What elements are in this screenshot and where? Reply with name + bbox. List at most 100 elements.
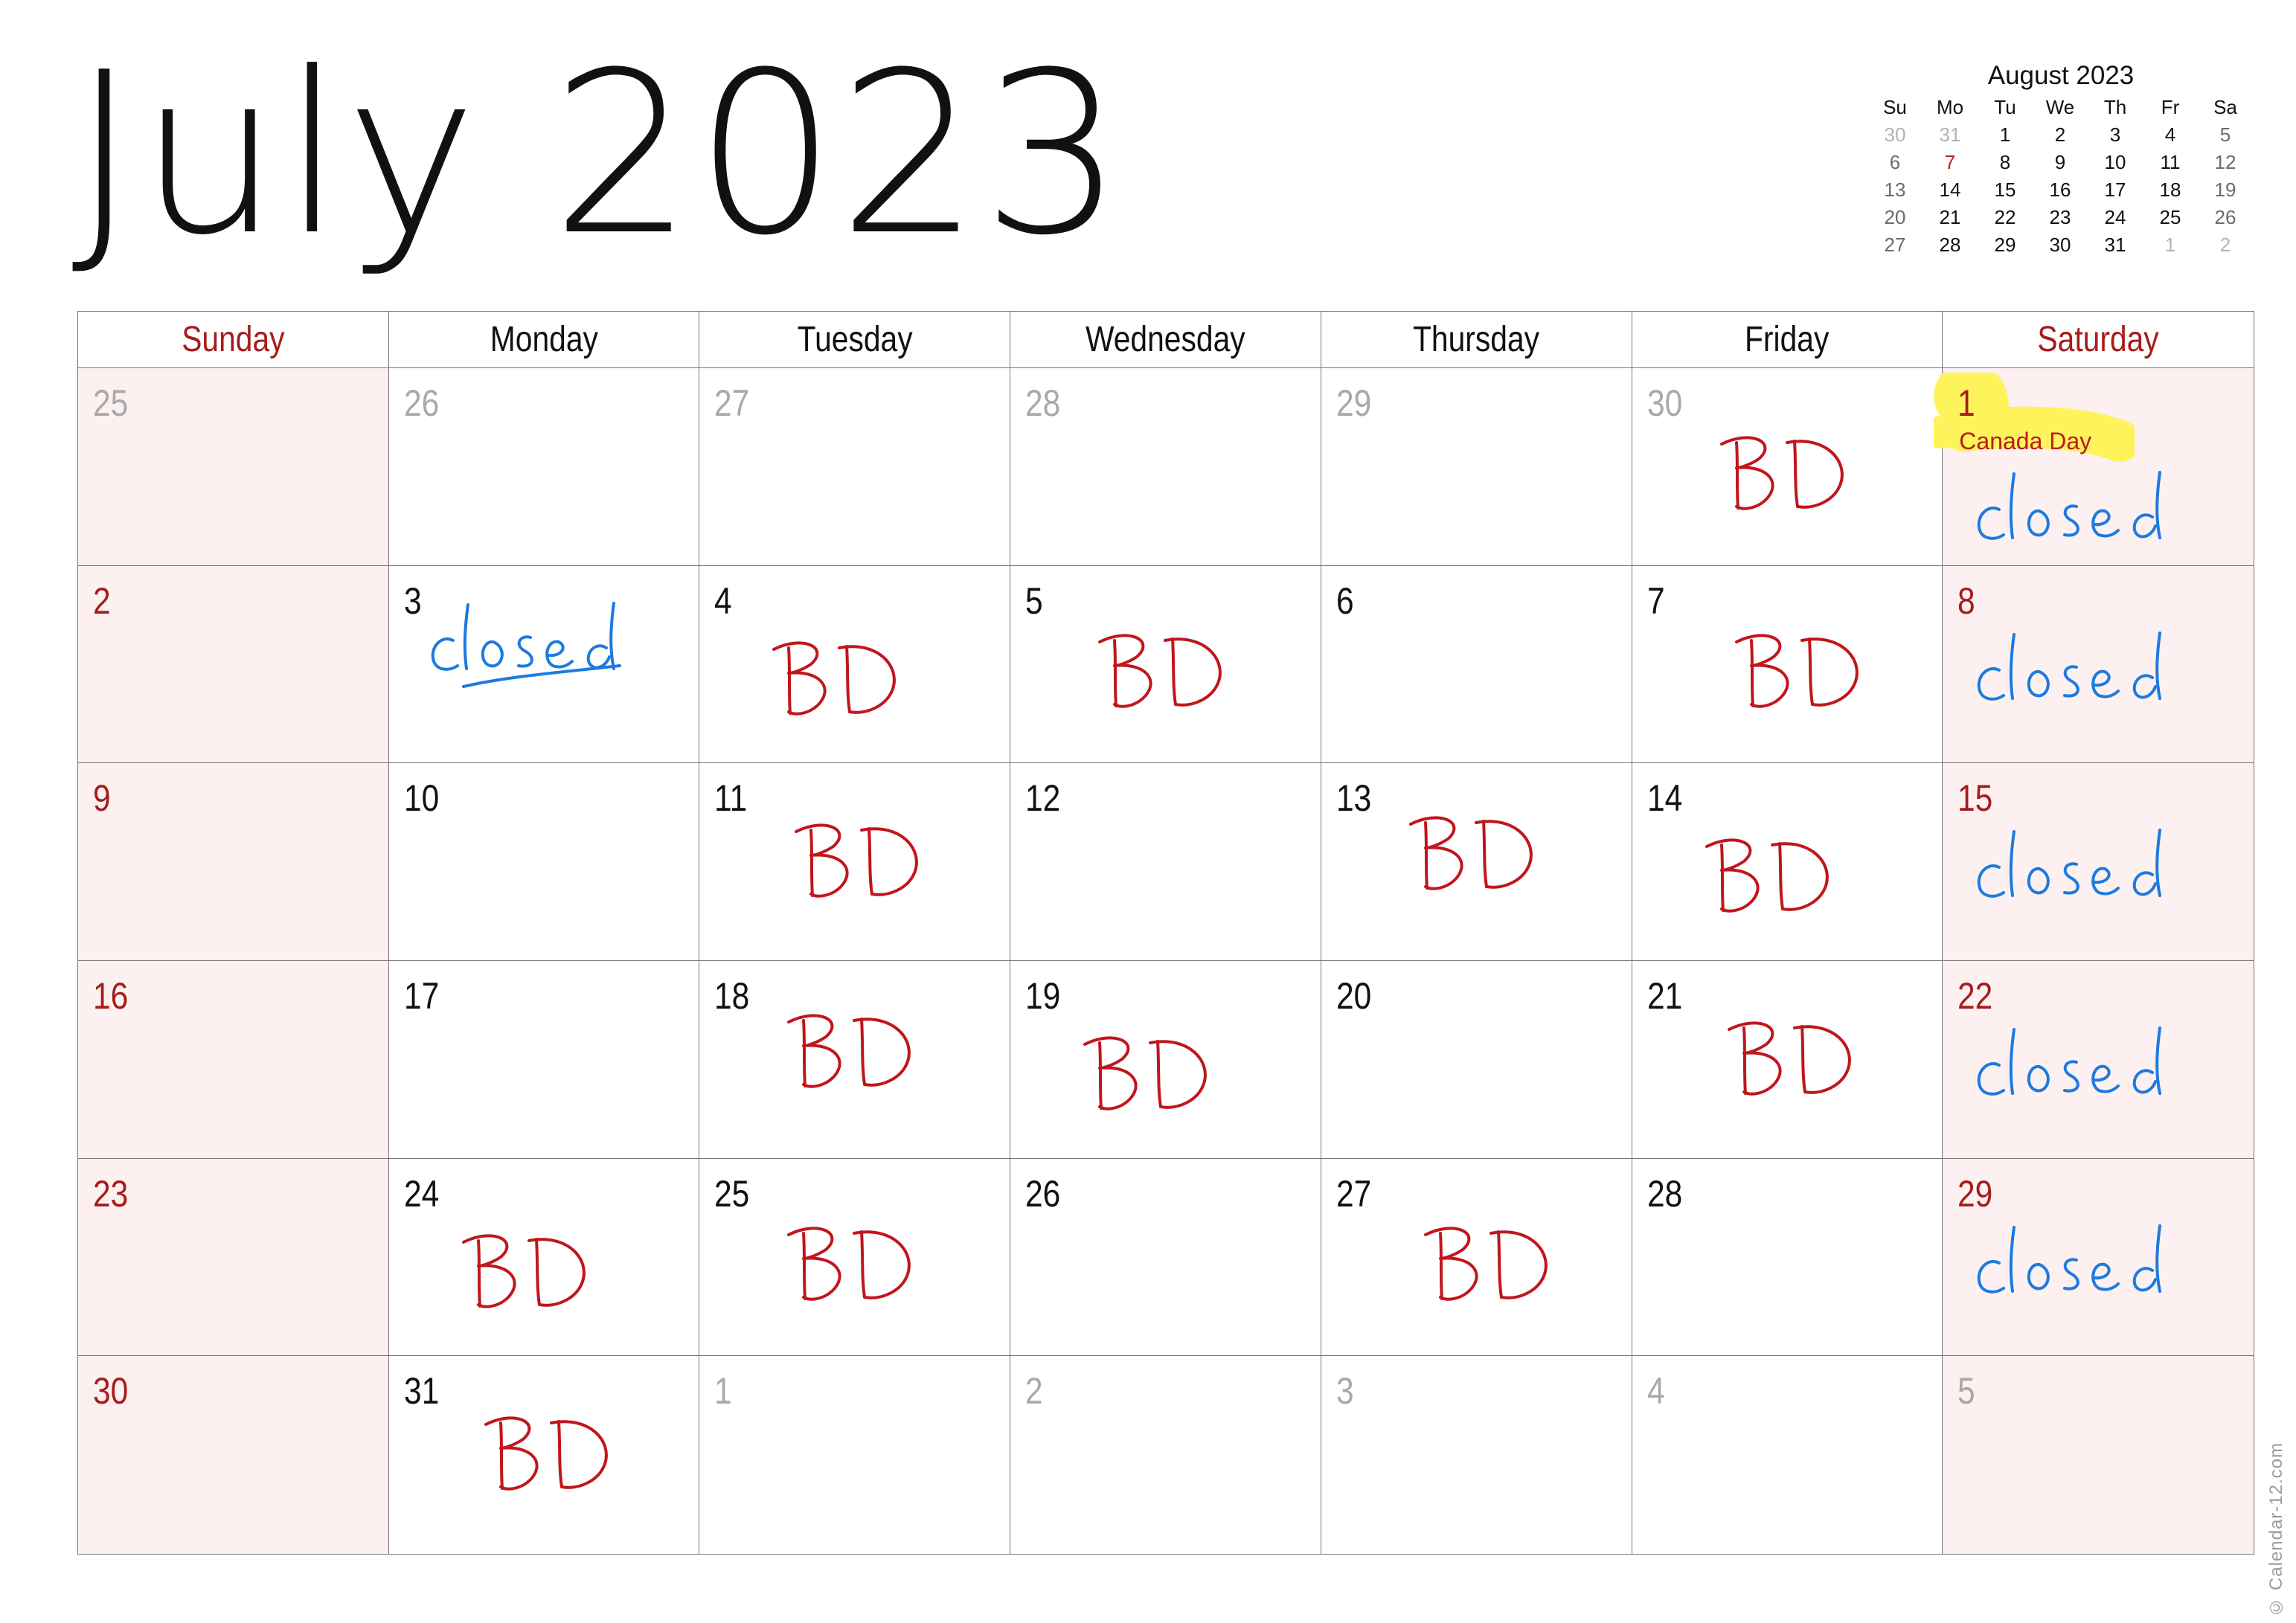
day-number: 11: [714, 777, 748, 820]
day-number: 15: [1957, 777, 1993, 820]
day-number: 22: [1957, 974, 1993, 1017]
day-number: 26: [403, 382, 439, 424]
day-number: 10: [403, 777, 439, 820]
handwritten-bd-note: [1714, 1006, 1863, 1106]
day-cell[interactable]: 9: [78, 763, 389, 961]
day-cell[interactable]: 25: [699, 1158, 1011, 1357]
mini-day: 13: [1884, 179, 1906, 201]
mini-day: 18: [2159, 179, 2181, 201]
mini-day: 2: [2054, 123, 2066, 146]
weekday-label: Sunday: [182, 320, 285, 359]
day-cell[interactable]: 2: [78, 565, 389, 764]
day-cell[interactable]: 5: [1943, 1356, 2254, 1554]
day-number: 4: [714, 579, 733, 622]
mini-day: 1: [1999, 123, 2011, 146]
day-number: 25: [714, 1172, 750, 1215]
mini-calendar-title: August 2023: [1987, 61, 2135, 90]
day-cell[interactable]: 4: [699, 565, 1011, 764]
day-cell[interactable]: 3: [388, 565, 700, 764]
day-cell[interactable]: 22: [1943, 960, 2254, 1159]
day-number: 30: [93, 1370, 129, 1413]
day-number: 8: [1957, 579, 1975, 622]
handwritten-closed-note: [1965, 618, 2218, 726]
day-cell[interactable]: 7: [1632, 565, 1943, 764]
watermark: © Calendar-12.com: [2266, 1442, 2286, 1617]
mini-day: 30: [2049, 234, 2071, 256]
mini-day: 22: [1994, 206, 2016, 228]
month-grid: Sunday Monday Tuesday Wednesday Thursday Frid…: [77, 311, 2254, 1555]
mini-day: 26: [2214, 206, 2236, 228]
day-cell[interactable]: 1 Canada Day: [1934, 368, 2254, 566]
day-number: 1: [1957, 382, 1975, 424]
day-cell[interactable]: 26: [1010, 1158, 1321, 1357]
day-cell[interactable]: 28: [1010, 368, 1321, 566]
day-cell[interactable]: 23: [78, 1158, 389, 1357]
mini-calendar-next-month: August 2023 Su Mo Tu We Th Fr Sa 30 31 1 2 3 4 5 6 7 8 9 1…: [1867, 60, 2254, 259]
mini-day: 2: [2219, 234, 2231, 256]
mini-day: 5: [2219, 123, 2231, 146]
day-cell[interactable]: 20: [1321, 960, 1632, 1159]
day-number: 6: [1335, 579, 1354, 622]
handwritten-bd-note: [759, 626, 908, 726]
day-number: 5: [1957, 1370, 1975, 1413]
mini-day: 1: [2164, 234, 2176, 256]
day-cell[interactable]: 29: [1943, 1158, 2254, 1357]
day-cell[interactable]: 2: [1010, 1356, 1321, 1554]
handwritten-bd-note: [449, 1218, 597, 1319]
day-number: 2: [1025, 1370, 1043, 1413]
handwritten-bd-note: [1722, 618, 1870, 719]
mini-day: 3: [2109, 123, 2121, 146]
mini-day: 28: [1939, 234, 1961, 256]
weekday-label: Wednesday: [1086, 320, 1245, 359]
mini-weekday-header: Fr: [2161, 96, 2180, 118]
mini-day: 20: [1884, 206, 1906, 228]
day-number: 29: [1957, 1172, 1993, 1215]
day-number: 3: [403, 579, 422, 622]
mini-day: 6: [1889, 151, 1901, 173]
weekday-header-tuesday: Tuesday: [699, 312, 1011, 368]
day-cell[interactable]: 30: [78, 1356, 389, 1554]
day-cell[interactable]: 6: [1321, 565, 1632, 764]
day-number: 23: [93, 1172, 129, 1215]
weekday-header-wednesday: Wednesday: [1010, 312, 1321, 368]
day-cell[interactable]: 4: [1632, 1356, 1943, 1554]
weekday-label: Saturday: [2037, 320, 2159, 359]
weekday-header-monday: Monday: [388, 312, 700, 368]
day-cell[interactable]: 29: [1321, 368, 1632, 566]
day-number: 2: [93, 579, 111, 622]
day-cell[interactable]: 10: [388, 763, 700, 961]
day-cell[interactable]: 16: [78, 960, 389, 1159]
day-cell[interactable]: 8: [1943, 565, 2254, 764]
day-cell[interactable]: 28: [1632, 1158, 1943, 1357]
mini-calendar-grid: Su Mo Tu We Th Fr Sa 30 31 1 2 3 4 5 6 7 8 9 10 11 12 13 14 15 1…: [1867, 94, 2254, 259]
day-number: 19: [1025, 974, 1061, 1017]
day-cell[interactable]: 18: [699, 960, 1011, 1159]
day-cell[interactable]: 30: [1632, 368, 1943, 566]
day-cell[interactable]: 3: [1321, 1356, 1632, 1554]
day-cell[interactable]: 1: [699, 1356, 1011, 1554]
weekday-header-sunday: Sunday: [78, 312, 389, 368]
day-cell[interactable]: 31: [388, 1356, 700, 1554]
day-cell[interactable]: 17: [388, 960, 700, 1159]
day-cell[interactable]: 19: [1010, 960, 1321, 1159]
mini-day: 10: [2104, 151, 2126, 173]
mini-day: 9: [2054, 151, 2066, 173]
day-cell[interactable]: 12: [1010, 763, 1321, 961]
mini-day: 12: [2214, 151, 2236, 173]
day-cell[interactable]: 27: [699, 368, 1011, 566]
day-cell[interactable]: 26: [388, 368, 700, 566]
day-cell[interactable]: 15: [1943, 763, 2254, 961]
day-cell[interactable]: 11: [699, 763, 1011, 961]
day-cell[interactable]: 27: [1321, 1158, 1632, 1357]
day-cell[interactable]: 13: [1321, 763, 1632, 961]
day-number: 28: [1646, 1172, 1682, 1215]
day-cell[interactable]: 21: [1632, 960, 1943, 1159]
day-cell[interactable]: 14: [1632, 763, 1943, 961]
day-number: 4: [1646, 1370, 1665, 1413]
day-cell[interactable]: 24: [388, 1158, 700, 1357]
day-number: 7: [1646, 579, 1665, 622]
day-cell[interactable]: 5: [1010, 565, 1321, 764]
mini-day: 31: [1939, 123, 1961, 146]
mini-day: 25: [2159, 206, 2181, 228]
day-cell[interactable]: 25: [78, 368, 389, 566]
